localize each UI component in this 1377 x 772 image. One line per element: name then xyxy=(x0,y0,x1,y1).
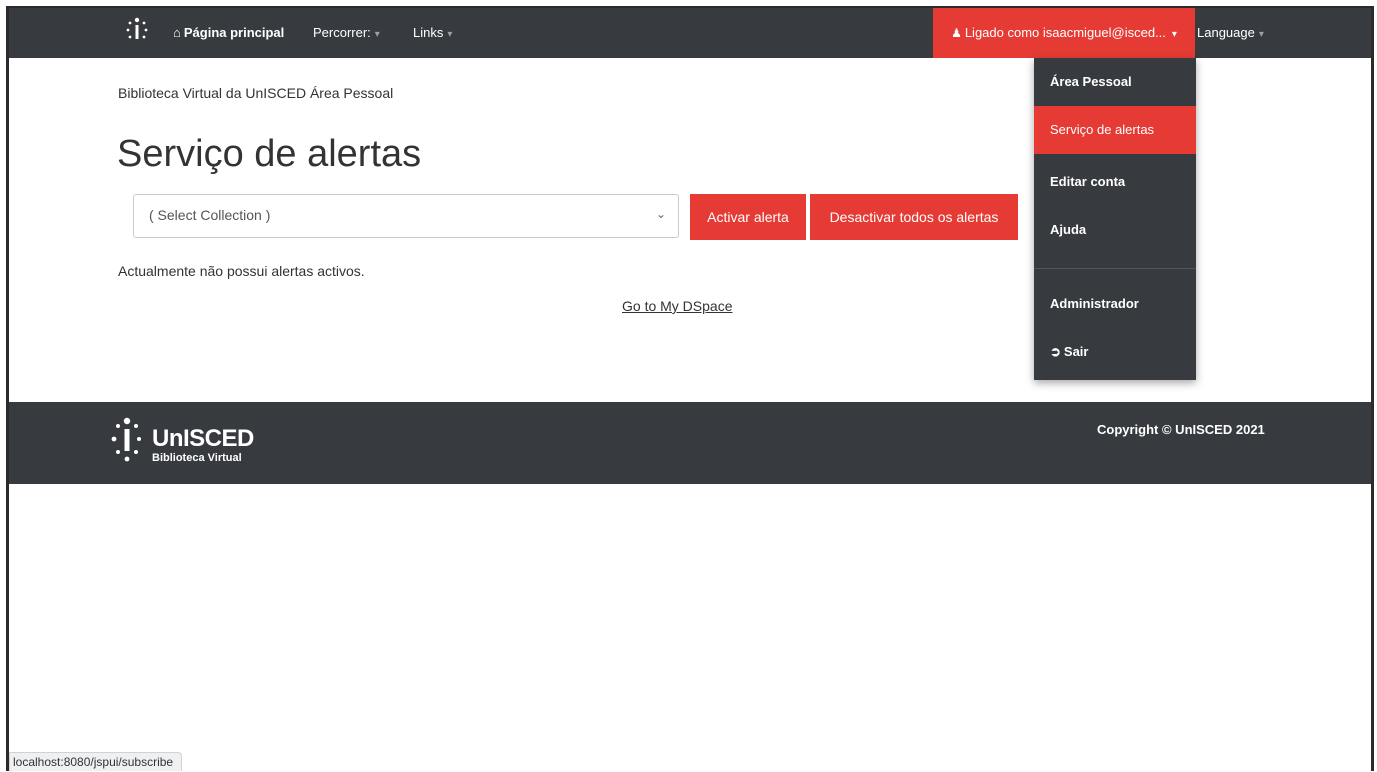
page-title: Serviço de alertas xyxy=(117,133,422,175)
user-menu-label: Ligado como isaacmiguel@isced... xyxy=(964,25,1166,40)
breadcrumb: Biblioteca Virtual da UnISCED Área Pesso… xyxy=(118,85,394,101)
footer-brand: UnISCED xyxy=(152,425,254,452)
top-navbar: ⌂ Página principal Percorrer: ▾ Links ▾ ♟ Li… xyxy=(9,8,1371,58)
menu-item-area-pessoal[interactable]: Área Pessoal xyxy=(1034,58,1196,106)
collection-select[interactable]: ( Select Collection ) ⌄ xyxy=(133,194,679,238)
window-frame-left xyxy=(6,8,9,771)
menu-item-editar-conta[interactable]: Editar conta xyxy=(1034,158,1196,206)
user-dropdown-menu: Área Pessoal Serviço de alertas Editar c… xyxy=(1034,58,1196,380)
menu-divider xyxy=(1034,268,1196,269)
menu-item-sair-label: Sair xyxy=(1063,344,1089,359)
footer-subtitle: Biblioteca Virtual xyxy=(152,452,242,464)
menu-item-administrador[interactable]: Administrador xyxy=(1034,280,1196,328)
nav-browse-label: Percorrer: xyxy=(313,25,371,40)
caret-down-icon: ▾ xyxy=(1171,29,1177,40)
chevron-down-icon: ⌄ xyxy=(655,207,666,221)
copyright-text: Copyright © UnISCED 2021 xyxy=(1097,422,1265,437)
footer: UnISCED Biblioteca Virtual Copyright © U… xyxy=(9,402,1371,484)
menu-item-sair[interactable]: ➲ Sair xyxy=(1034,328,1196,376)
status-bar-url: localhost:8080/jspui/subscribe xyxy=(9,752,183,771)
collection-select-value: ( Select Collection ) xyxy=(149,207,271,223)
no-alerts-message: Actualmente não possui alertas activos. xyxy=(118,263,365,279)
nav-links-label: Links xyxy=(413,25,444,40)
caret-down-icon: ▾ xyxy=(1258,29,1264,40)
nav-home-label: Página principal xyxy=(183,25,285,40)
sign-out-icon: ➲ xyxy=(1050,344,1061,359)
menu-item-servico-de-alertas[interactable]: Serviço de alertas xyxy=(1034,106,1196,154)
language-label: Language xyxy=(1197,25,1255,40)
nav-browse-dropdown[interactable]: Percorrer: ▾ xyxy=(313,8,380,58)
nav-home-link[interactable]: ⌂ Página principal xyxy=(173,8,284,58)
user-icon: ♟ xyxy=(951,26,962,40)
home-icon: ⌂ xyxy=(173,25,181,40)
language-dropdown[interactable]: Language ▾ xyxy=(1197,8,1264,58)
activate-alert-button[interactable]: Activar alerta xyxy=(690,194,806,240)
unisced-logo-icon[interactable] xyxy=(119,14,155,50)
caret-down-icon: ▾ xyxy=(374,29,380,40)
menu-item-ajuda[interactable]: Ajuda xyxy=(1034,206,1196,254)
go-to-mydspace-link[interactable]: Go to My DSpace xyxy=(622,298,733,314)
caret-down-icon: ▾ xyxy=(447,29,453,40)
deactivate-all-alerts-button[interactable]: Desactivar todos os alertas xyxy=(810,194,1018,240)
window-frame-right xyxy=(1371,8,1374,771)
unisced-footer-logo-icon xyxy=(111,417,141,462)
nav-links-dropdown[interactable]: Links ▾ xyxy=(413,8,452,58)
user-menu-toggle[interactable]: ♟ Ligado como isaacmiguel@isced... ▾ xyxy=(933,8,1195,58)
